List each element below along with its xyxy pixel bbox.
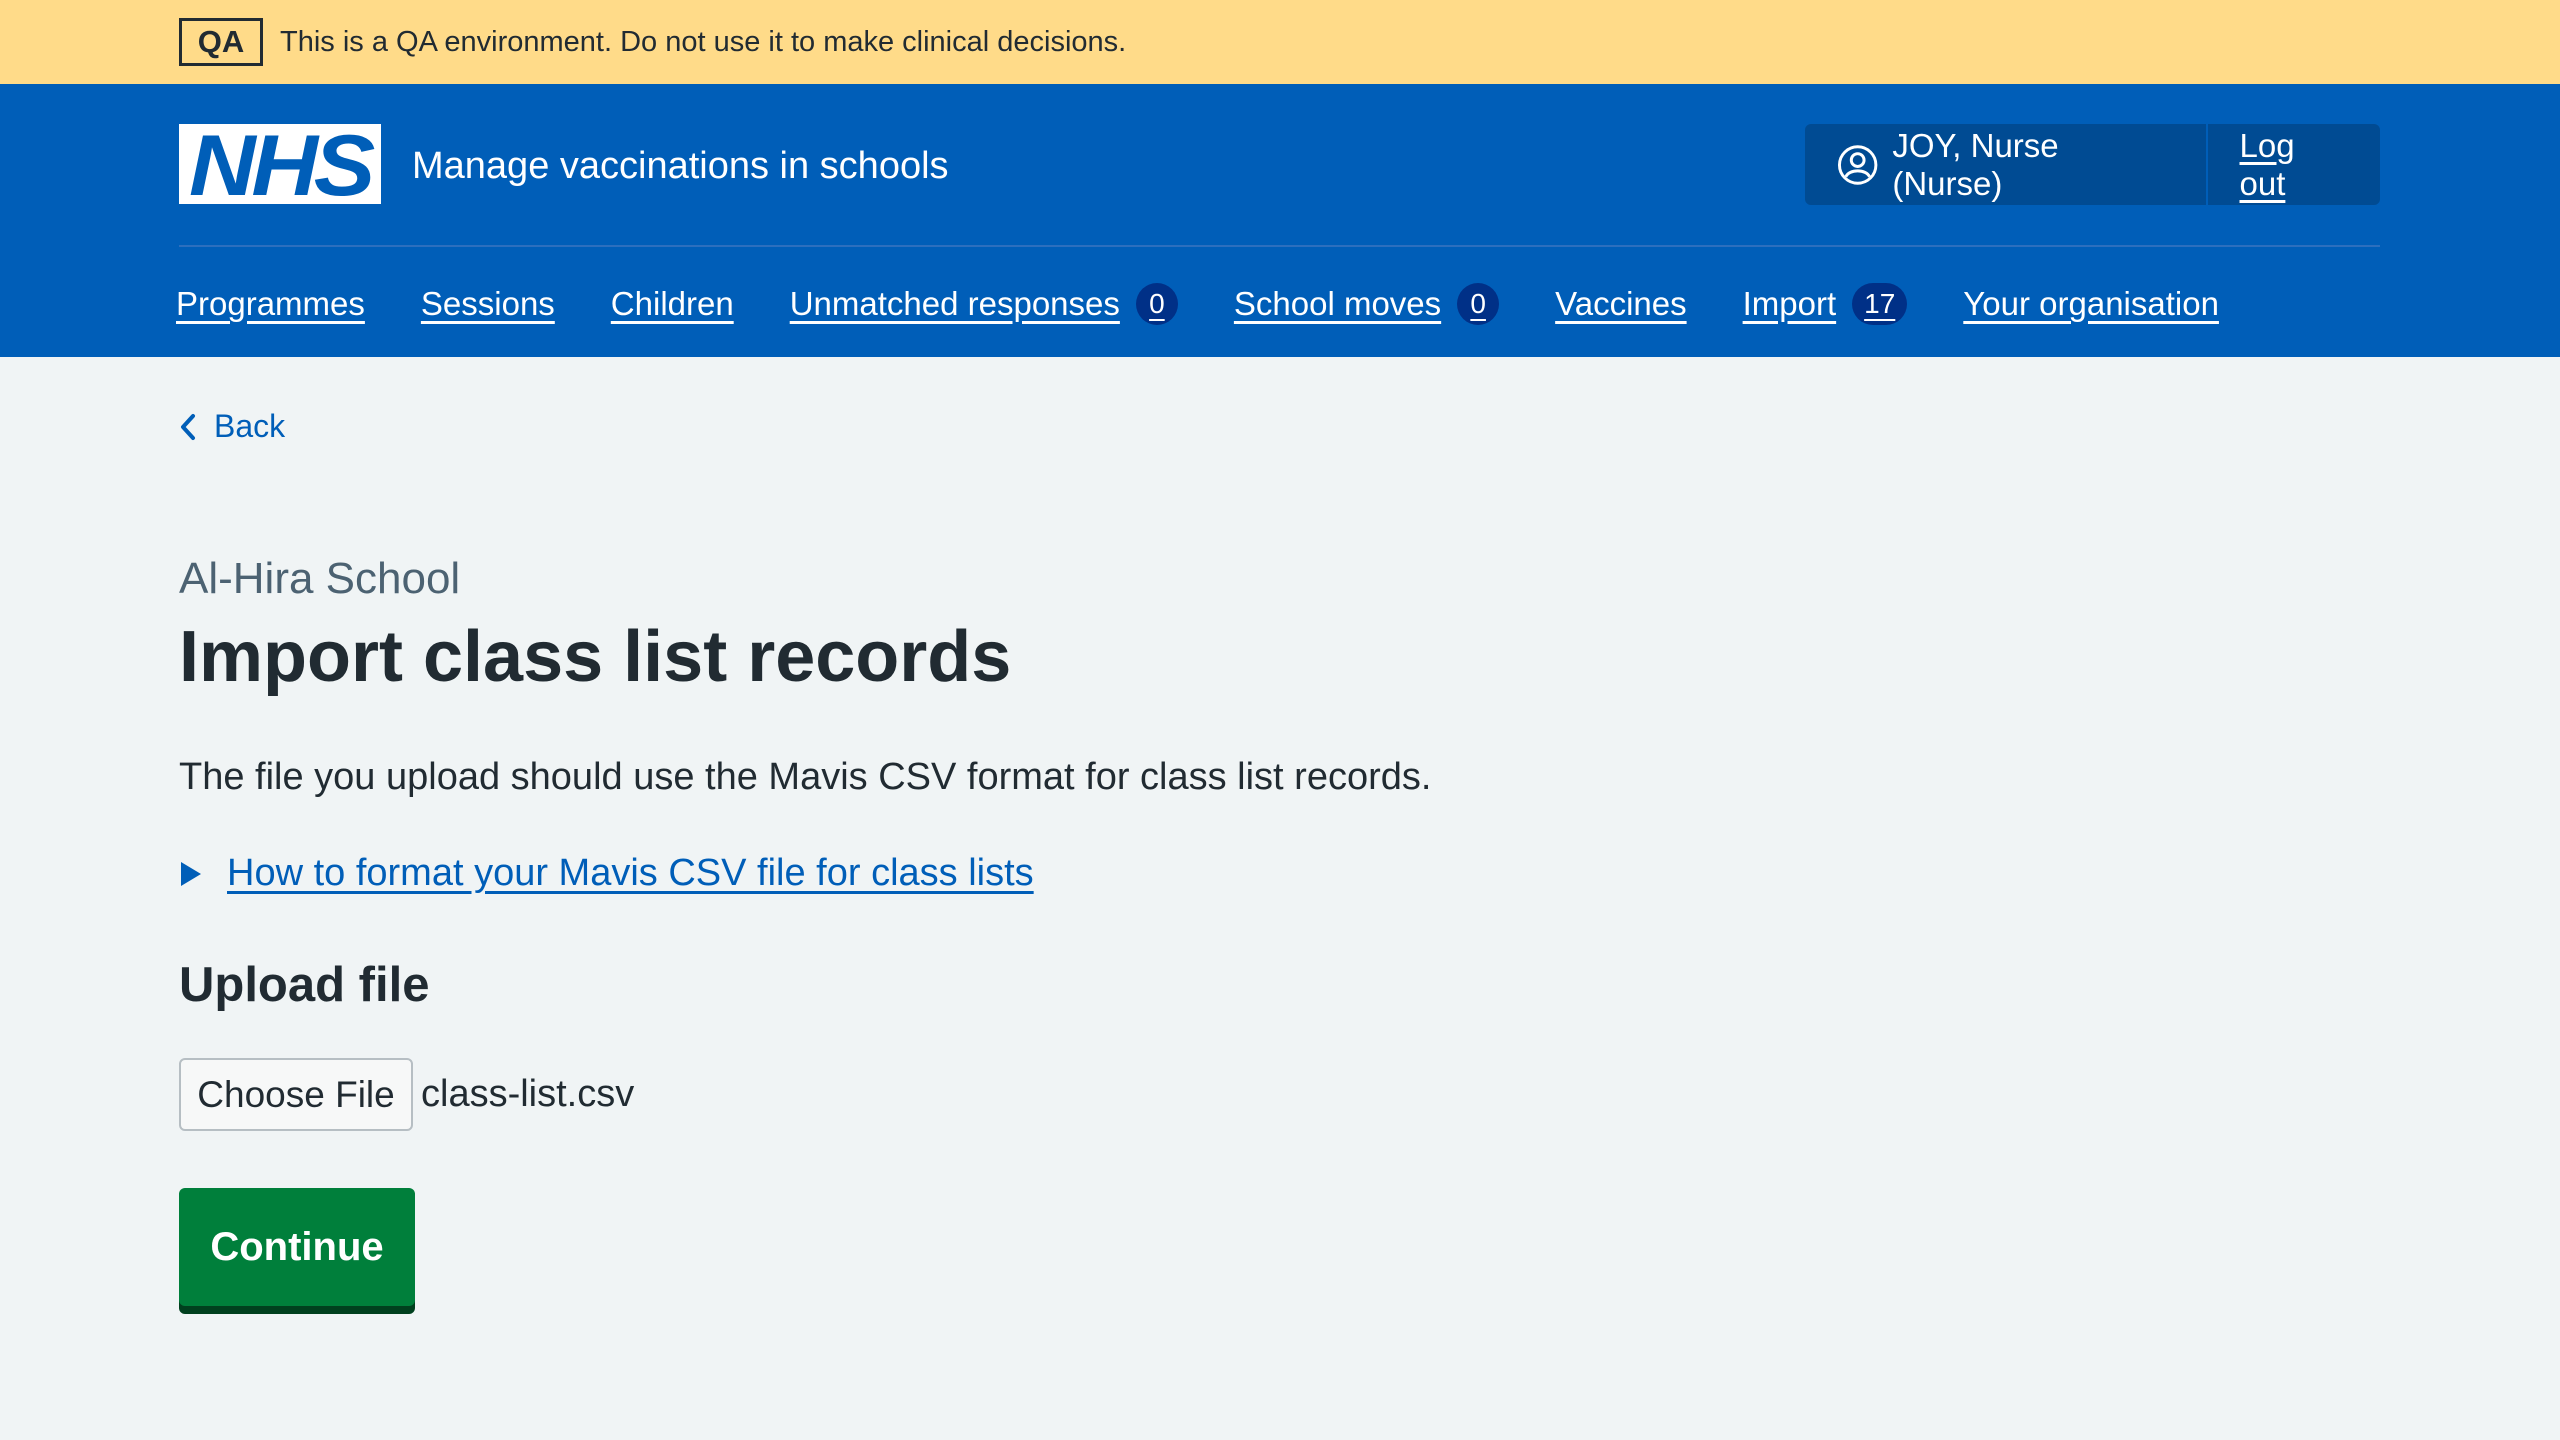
choose-file-button[interactable]: Choose File: [179, 1058, 413, 1131]
user-circle-icon: [1837, 144, 1878, 185]
count-badge: 17: [1852, 283, 1908, 325]
back-link-label: Back: [214, 408, 286, 444]
account-user-label: JOY, Nurse (Nurse): [1892, 126, 2059, 202]
page-caption: Al-Hira School: [179, 554, 461, 603]
nav-item-unmatched-responses[interactable]: Unmatched responses 0: [790, 283, 1178, 325]
nhs-logo[interactable]: NHS: [179, 124, 381, 204]
environment-message: This is a QA environment. Do not use it …: [280, 26, 1127, 58]
nav-item-label: School moves: [1233, 285, 1442, 322]
header-divider: [179, 245, 2380, 247]
nav-item-school-moves[interactable]: School moves 0: [1233, 283, 1500, 325]
nav-item-label: Import: [1742, 285, 1837, 322]
account-menu: JOY, Nurse (Nurse) Log out: [1805, 124, 2380, 205]
primary-navigation: Programmes Sessions Children Unmatched r…: [176, 276, 2275, 332]
nav-item-label: Your organisation: [1963, 285, 2219, 322]
selected-file-name: class-list.csv: [421, 1073, 635, 1115]
nav-item-label: Vaccines: [1555, 285, 1687, 322]
back-link[interactable]: Back: [176, 408, 285, 445]
nav-item-label: Children: [610, 285, 734, 322]
format-details[interactable]: How to format your Mavis CSV file for cl…: [179, 852, 1034, 895]
nhs-logo-text: NHS: [189, 124, 375, 204]
nav-item-programmes[interactable]: Programmes: [176, 285, 365, 323]
count-badge: 0: [1135, 283, 1178, 325]
triangle-right-icon: [181, 861, 201, 886]
site-header: NHS Manage vaccinations in schools JOY, …: [0, 84, 2560, 357]
nav-item-vaccines[interactable]: Vaccines: [1555, 285, 1686, 323]
environment-tag: QA: [179, 18, 263, 66]
chevron-left-icon: [181, 413, 195, 440]
nav-item-label: Programmes: [176, 285, 365, 322]
environment-banner: QA This is a QA environment. Do not use …: [0, 0, 2560, 84]
page-title: Import class list records: [179, 617, 1012, 697]
service-name[interactable]: Manage vaccinations in schools: [412, 142, 949, 190]
nav-item-children[interactable]: Children: [611, 285, 734, 323]
nav-item-label: Unmatched responses: [789, 285, 1120, 322]
logout-link[interactable]: Log out: [2208, 124, 2381, 205]
nav-item-label: Sessions: [420, 285, 555, 322]
continue-button[interactable]: Continue: [179, 1188, 415, 1306]
count-badge: 0: [1457, 283, 1500, 325]
account-user: JOY, Nurse (Nurse): [1805, 124, 2208, 205]
nav-item-import[interactable]: Import 17: [1743, 283, 1908, 325]
file-upload: Choose File class-list.csv: [179, 1058, 634, 1131]
nav-item-your-organisation[interactable]: Your organisation: [1963, 285, 2219, 323]
nav-item-sessions[interactable]: Sessions: [421, 285, 555, 323]
page-description: The file you upload should use the Mavis…: [179, 756, 1432, 798]
details-summary[interactable]: How to format your Mavis CSV file for cl…: [227, 852, 1034, 895]
upload-file-label: Upload file: [179, 958, 430, 1012]
